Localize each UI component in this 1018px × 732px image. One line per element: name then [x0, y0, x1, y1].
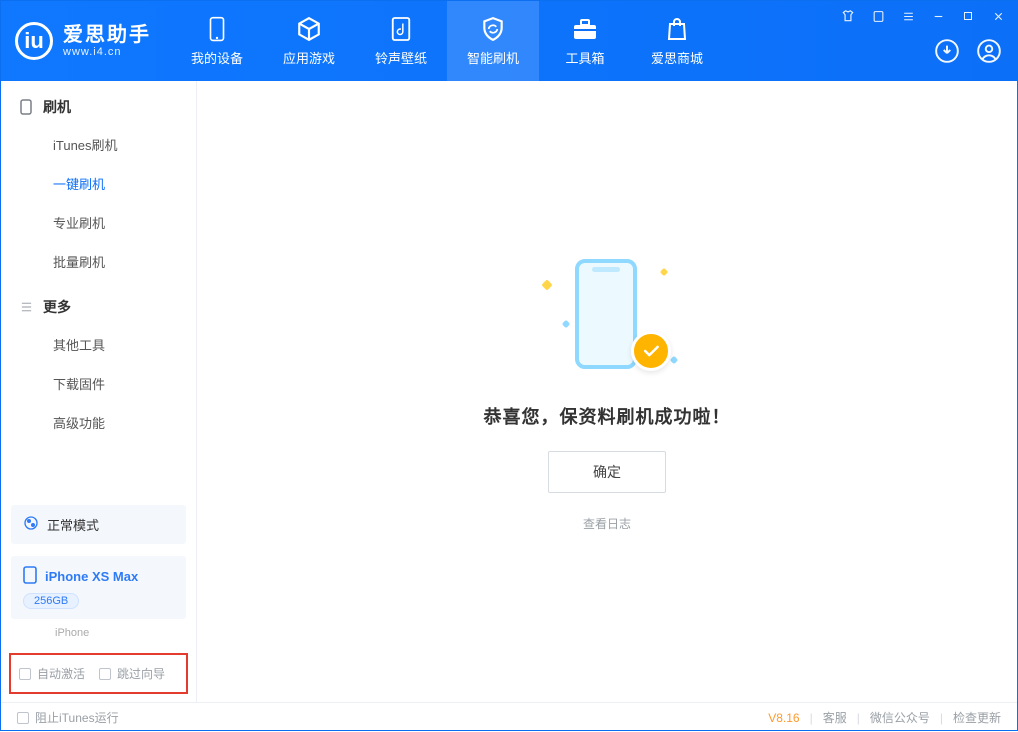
tab-apps-games[interactable]: 应用游戏 [263, 1, 355, 81]
menu-icon[interactable] [899, 7, 917, 25]
tab-smart-flash[interactable]: 智能刷机 [447, 1, 539, 81]
tshirt-icon[interactable] [839, 7, 857, 25]
sidebar-item-pro-flash[interactable]: 专业刷机 [1, 203, 196, 242]
app-name: 爱思助手 [63, 24, 151, 46]
list-icon [19, 300, 33, 314]
bag-icon [663, 16, 691, 42]
sidebar: 刷机 iTunes刷机 一键刷机 专业刷机 批量刷机 更多 其他工具 下载固件 … [1, 81, 197, 702]
main-content: 恭喜您，保资料刷机成功啦！ 确定 查看日志 [197, 81, 1017, 702]
link-wechat[interactable]: 微信公众号 [870, 709, 930, 726]
refresh-shield-icon [479, 16, 507, 42]
confirm-button[interactable]: 确定 [548, 451, 666, 493]
app-header: iu 爱思助手 www.i4.cn 我的设备 应用游戏 铃声壁纸 [1, 1, 1017, 81]
logo-mark-icon: iu [15, 22, 53, 60]
tab-label: 应用游戏 [283, 48, 335, 67]
phone-illustration-icon [575, 259, 637, 369]
checkmark-badge-icon [631, 331, 671, 371]
highlighted-options: 自动激活 跳过向导 [9, 653, 188, 694]
tab-toolbox[interactable]: 工具箱 [539, 1, 631, 81]
tab-label: 铃声壁纸 [375, 48, 427, 67]
top-nav: 我的设备 应用游戏 铃声壁纸 智能刷机 工具箱 [171, 1, 723, 81]
sidebar-section-more: 更多 [1, 281, 196, 325]
tab-my-device[interactable]: 我的设备 [171, 1, 263, 81]
phone-small-icon [19, 100, 33, 114]
minimize-icon[interactable] [929, 7, 947, 25]
checkbox-block-itunes[interactable]: 阻止iTunes运行 [17, 709, 119, 726]
checkbox-icon [99, 668, 111, 680]
success-illustration [537, 251, 677, 381]
section-title: 更多 [43, 297, 71, 317]
sidebar-item-oneclick-flash[interactable]: 一键刷机 [1, 164, 196, 203]
checkbox-label: 阻止iTunes运行 [35, 709, 119, 726]
music-file-icon [387, 16, 415, 42]
download-icon[interactable] [933, 37, 961, 65]
device-mode-card[interactable]: 正常模式 [11, 505, 186, 544]
device-card[interactable]: iPhone XS Max 256GB [11, 556, 186, 619]
close-icon[interactable] [989, 7, 1007, 25]
tab-store[interactable]: 爱思商城 [631, 1, 723, 81]
sidebar-item-batch-flash[interactable]: 批量刷机 [1, 242, 196, 281]
user-icon[interactable] [975, 37, 1003, 65]
sparkle-icon [670, 356, 678, 364]
tab-ringtone-wallpaper[interactable]: 铃声壁纸 [355, 1, 447, 81]
cube-icon [295, 16, 323, 42]
success-message: 恭喜您，保资料刷机成功啦！ [484, 403, 731, 429]
tab-label: 工具箱 [565, 48, 604, 67]
sidebar-section-flash: 刷机 [1, 81, 196, 125]
sidebar-item-advanced[interactable]: 高级功能 [1, 403, 196, 442]
toolbox-icon [571, 16, 599, 42]
link-check-update[interactable]: 检查更新 [953, 709, 1001, 726]
sidebar-item-itunes-flash[interactable]: iTunes刷机 [1, 125, 196, 164]
device-phone-icon [23, 566, 37, 587]
device-capacity-badge: 256GB [23, 593, 79, 609]
header-actions [933, 37, 1017, 81]
mode-label: 正常模式 [47, 515, 99, 534]
version-label: V8.16 [768, 711, 799, 725]
sidebar-item-download-firmware[interactable]: 下载固件 [1, 364, 196, 403]
checkbox-icon [19, 668, 31, 680]
checkbox-auto-activate[interactable]: 自动激活 [19, 665, 85, 682]
phone-icon [203, 16, 231, 42]
view-log-link[interactable]: 查看日志 [583, 515, 631, 532]
maximize-icon[interactable] [959, 7, 977, 25]
sparkle-icon [562, 320, 570, 328]
window-controls [839, 7, 1007, 25]
note-icon[interactable] [869, 7, 887, 25]
tab-label: 智能刷机 [467, 48, 519, 67]
device-type-label: iPhone [1, 625, 196, 647]
sparkle-icon [541, 279, 552, 290]
app-logo: iu 爱思助手 www.i4.cn [1, 1, 171, 81]
sidebar-item-other-tools[interactable]: 其他工具 [1, 325, 196, 364]
checkbox-skip-guide[interactable]: 跳过向导 [99, 665, 165, 682]
mode-icon [23, 515, 39, 534]
tab-label: 爱思商城 [651, 48, 703, 67]
checkbox-label: 自动激活 [37, 665, 85, 682]
device-name: iPhone XS Max [45, 569, 138, 584]
sparkle-icon [660, 268, 668, 276]
tab-label: 我的设备 [191, 48, 243, 67]
section-title: 刷机 [43, 97, 71, 117]
checkbox-label: 跳过向导 [117, 665, 165, 682]
status-bar: 阻止iTunes运行 V8.16 | 客服 | 微信公众号 | 检查更新 [1, 702, 1017, 732]
app-url: www.i4.cn [63, 46, 151, 58]
checkbox-icon [17, 712, 29, 724]
link-support[interactable]: 客服 [823, 709, 847, 726]
